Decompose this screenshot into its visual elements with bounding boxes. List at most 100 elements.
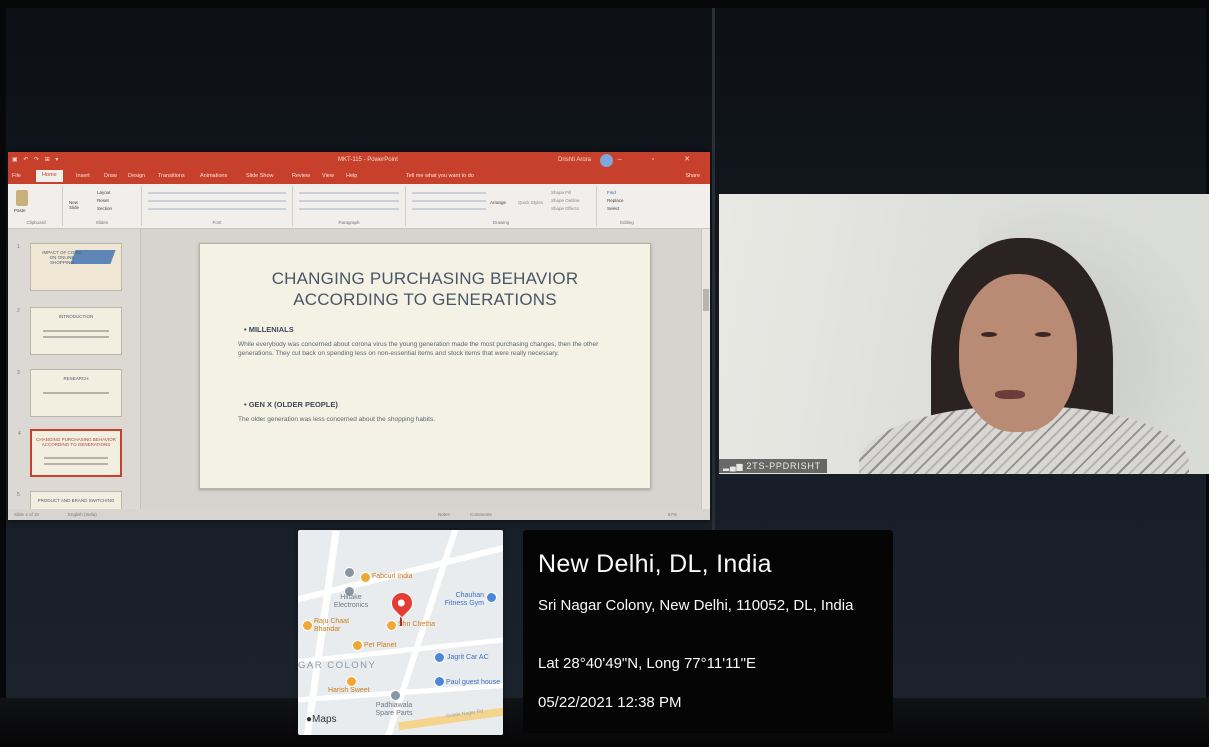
font-controls[interactable] (148, 192, 286, 214)
slide-title[interactable]: CHANGING PURCHASING BEHAVIOR ACCORDING T… (200, 268, 650, 310)
tab-transitions[interactable]: Transitions (158, 173, 185, 179)
poi-label: Padhiawala Spare Parts (375, 702, 413, 717)
notes-button[interactable]: Notes (438, 512, 450, 517)
shape-fill-button[interactable]: Shape Fill (551, 190, 571, 195)
thumbnail-title: INTRODUCTION (58, 314, 94, 319)
group-label: Slides (95, 220, 109, 225)
poi-marker (434, 652, 445, 663)
shapes-gallery[interactable] (412, 192, 486, 214)
group-label: Editing (620, 220, 634, 225)
slide-thumbnail-4[interactable]: 4 CHANGING PURCHASING BEHAVIOR ACCORDING… (18, 429, 122, 477)
tab-slide-show[interactable]: Slide Show (246, 173, 274, 179)
ribbon-group-drawing: Arrange Quick Styles Shape Fill Shape Ou… (406, 186, 597, 226)
thumbnail-number: 4 (18, 431, 21, 437)
slide-thumbnail-5[interactable]: 5 PRODUCT AND BRAND SWITCHING (17, 491, 122, 511)
ribbon-group-clipboard: Paste Clipboard (10, 186, 63, 226)
status-bar: Slide 4 of 10 English (India) Notes Comm… (8, 509, 710, 520)
shape-effects-button[interactable]: Shape Effects (551, 206, 579, 211)
group-label: Drawing (492, 220, 510, 225)
poi-label: Hiltake Electronics (333, 594, 369, 609)
vertical-scrollbar[interactable] (701, 229, 710, 509)
tab-file[interactable]: File (12, 173, 21, 179)
slide-thumbnail-1[interactable]: 1 IMPACT OF COVID ON ONLINE SHOPPING (17, 243, 122, 291)
thumbnail-title: PRODUCT AND BRAND SWITCHING (37, 498, 115, 503)
participant-name-tag: ▂▄▆ 2TS-PPDRISHT (719, 459, 827, 473)
window-controls[interactable]: – ▫ ✕ (618, 155, 704, 163)
tab-draw[interactable]: Draw (104, 173, 117, 179)
ribbon-group-font: Font (142, 186, 293, 226)
slide-thumbnail-pane: 1 IMPACT OF COVID ON ONLINE SHOPPING 2 I… (8, 229, 141, 511)
thumbnail-line (43, 392, 109, 394)
quick-access-toolbar[interactable]: ▣ ↶ ↷ ⊞ ▾ (12, 156, 60, 163)
replace-button[interactable]: Replace (607, 198, 624, 203)
shape-outline-button[interactable]: Shape Outline (551, 198, 580, 203)
current-slide[interactable]: CHANGING PURCHASING BEHAVIOR ACCORDING T… (199, 243, 651, 489)
comments-button[interactable]: Comments (470, 512, 492, 517)
avatar[interactable] (600, 154, 613, 167)
group-label: Paragraph (338, 220, 360, 225)
paragraph-gen-x[interactable]: The older generation was less concerned … (238, 415, 614, 424)
paste-icon[interactable] (16, 190, 28, 206)
title-bar: ▣ ↶ ↷ ⊞ ▾ MKT-115 - PowerPoint Drishti A… (8, 152, 710, 169)
capture-timestamp: 05/22/2021 12:38 PM (538, 694, 682, 711)
find-button[interactable]: Find (607, 190, 616, 195)
poi-label: Fabcurl India (372, 573, 413, 580)
scrollbar-thumb[interactable] (703, 289, 709, 311)
poi-marker (352, 640, 363, 651)
document-title: MKT-115 - PowerPoint (338, 157, 398, 163)
tab-home[interactable]: Home (36, 170, 63, 182)
slide-title-line-1: CHANGING PURCHASING BEHAVIOR (271, 269, 579, 288)
poi-marker (390, 690, 401, 701)
paragraph-controls[interactable] (299, 192, 399, 214)
poi-label: Pet Planet (364, 642, 397, 649)
map-thumbnail[interactable]: Fabcurl India Hiltake Electronics Chauha… (298, 530, 503, 735)
tab-review[interactable]: Review (292, 173, 310, 179)
thumbnail-title: RESEARCH (63, 376, 89, 381)
reset-button[interactable]: Reset (97, 198, 109, 203)
thumbnail-title: IMPACT OF COVID ON ONLINE SHOPPING (42, 250, 82, 265)
paragraph-millenials[interactable]: While everybody was concerned about coro… (238, 340, 614, 358)
poi-label: Jagrit Car AC (447, 654, 489, 661)
participant-eye (981, 332, 997, 337)
tab-design[interactable]: Design (128, 173, 145, 179)
signal-bars-icon: ▂▄▆ (723, 462, 744, 471)
tab-view[interactable]: View (322, 173, 334, 179)
heading-millenials[interactable]: • MILLENIALS (244, 325, 294, 334)
poi-marker (346, 676, 357, 687)
slide-editor: CHANGING PURCHASING BEHAVIOR ACCORDING T… (141, 229, 707, 509)
select-button[interactable]: Select (607, 206, 620, 211)
ribbon-group-paragraph: Paragraph (293, 186, 406, 226)
participant-video (719, 194, 1209, 474)
heading-gen-x[interactable]: • GEN X (OLDER PEOPLE) (244, 400, 338, 409)
poi-label: Raju Chaat Bhandar (314, 618, 350, 633)
poi-marker (344, 567, 355, 578)
slide-title-line-2: ACCORDING TO GENERATIONS (293, 290, 557, 309)
section-button[interactable]: Section (97, 206, 112, 211)
tab-animations[interactable]: Animations (200, 173, 227, 179)
tab-help[interactable]: Help (346, 173, 357, 179)
layout-button[interactable]: Layout (97, 190, 111, 195)
language-indicator[interactable]: English (India) (68, 512, 97, 517)
thumbnail-number: 2 (17, 308, 20, 314)
thumbnail-number: 5 (17, 492, 20, 498)
tab-insert[interactable]: Insert (76, 173, 90, 179)
thumbnail-line (43, 330, 109, 332)
share-button[interactable]: Share (685, 173, 700, 179)
thumbnail-number: 3 (17, 370, 20, 376)
ribbon-group-editing: Find Replace Select Editing (597, 186, 657, 226)
poi-label: Paul guest house (446, 679, 501, 686)
quick-styles-button[interactable]: Quick Styles (518, 200, 543, 205)
participant-mouth (995, 390, 1025, 399)
participant-name: 2TS-PPDRISHT (746, 461, 821, 471)
slide-thumbnail-3[interactable]: 3 RESEARCH (17, 369, 122, 417)
tell-me-search[interactable]: Tell me what you want to do (406, 173, 474, 179)
arrange-button[interactable]: Arrange (490, 200, 506, 205)
zoom-level[interactable]: 67% (668, 512, 677, 517)
paste-button[interactable]: Paste (14, 208, 26, 213)
maps-logo: ●Maps (306, 714, 337, 725)
user-name[interactable]: Drishti Arora (558, 157, 591, 163)
thumbnail-line (44, 463, 108, 465)
poi-marker (434, 676, 445, 687)
slide-thumbnail-2[interactable]: 2 INTRODUCTION (17, 307, 122, 355)
new-slide-button[interactable]: New Slide (69, 200, 85, 210)
